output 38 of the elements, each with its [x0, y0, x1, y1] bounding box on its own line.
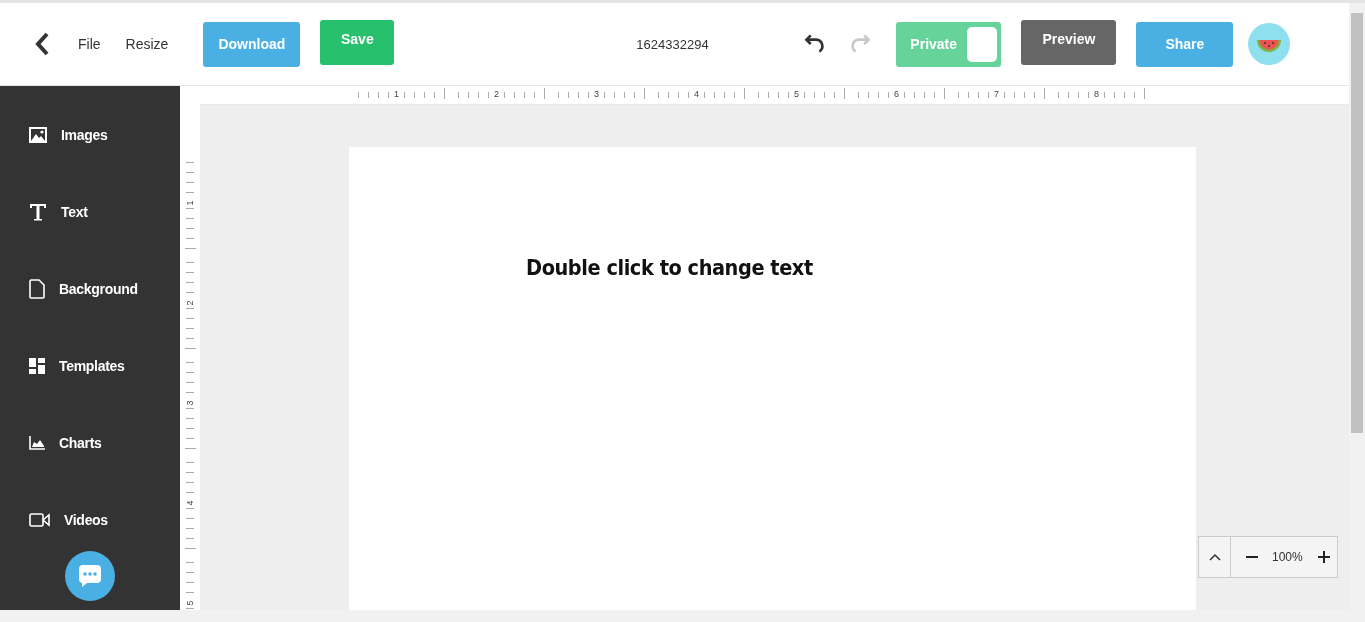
horizontal-scrollbar[interactable] [0, 610, 1365, 622]
ruler-number: 2 [494, 88, 500, 101]
menu-item[interactable]: File [78, 36, 101, 52]
back-chevron-icon[interactable] [34, 32, 50, 56]
ruler-number: 3 [185, 400, 195, 406]
ruler-number: 4 [694, 88, 700, 101]
ruler-number: 5 [185, 600, 195, 606]
zoom-in-icon[interactable] [1317, 551, 1330, 563]
page-icon[interactable] [29, 278, 45, 299]
ruler-number: 6 [894, 88, 900, 101]
ruler-number: 4 [185, 500, 195, 506]
text-t-icon[interactable] [29, 202, 47, 221]
ruler-number: 1 [185, 200, 195, 206]
canvas-text[interactable]: Double click to change text [526, 255, 813, 280]
ruler-number: 3 [594, 88, 600, 101]
ruler-number: 1 [394, 88, 400, 101]
ruler-number: 2 [185, 300, 195, 306]
collapse-caret-icon[interactable] [1209, 553, 1221, 561]
ruler-number: 8 [1094, 88, 1100, 101]
sidebar-item[interactable]: Background [59, 280, 138, 297]
ruler-number: 5 [794, 88, 800, 101]
vertical-scrollbar[interactable] [1349, 3, 1365, 610]
document-id: 1624332294 [636, 36, 710, 52]
watermelon-avatar-icon[interactable] [1248, 23, 1291, 65]
chat-bubble-icon[interactable] [65, 551, 115, 601]
video-camera-icon[interactable] [29, 512, 50, 527]
image-icon[interactable] [29, 126, 47, 143]
sidebar-item[interactable]: Templates [59, 357, 125, 374]
preview-button[interactable]: Preview [1021, 19, 1117, 65]
sidebar-item[interactable]: Images [61, 126, 108, 143]
sidebar-item[interactable]: Text [61, 203, 88, 220]
templates-grid-icon[interactable] [29, 357, 45, 374]
zoom-level: 100% [1272, 550, 1303, 564]
area-chart-icon[interactable] [29, 435, 45, 450]
menu-item[interactable]: Resize [125, 36, 169, 52]
sidebar-item[interactable]: Charts [59, 434, 102, 451]
sidebar-item[interactable]: Videos [64, 511, 108, 528]
ruler-number: 7 [994, 88, 1000, 101]
